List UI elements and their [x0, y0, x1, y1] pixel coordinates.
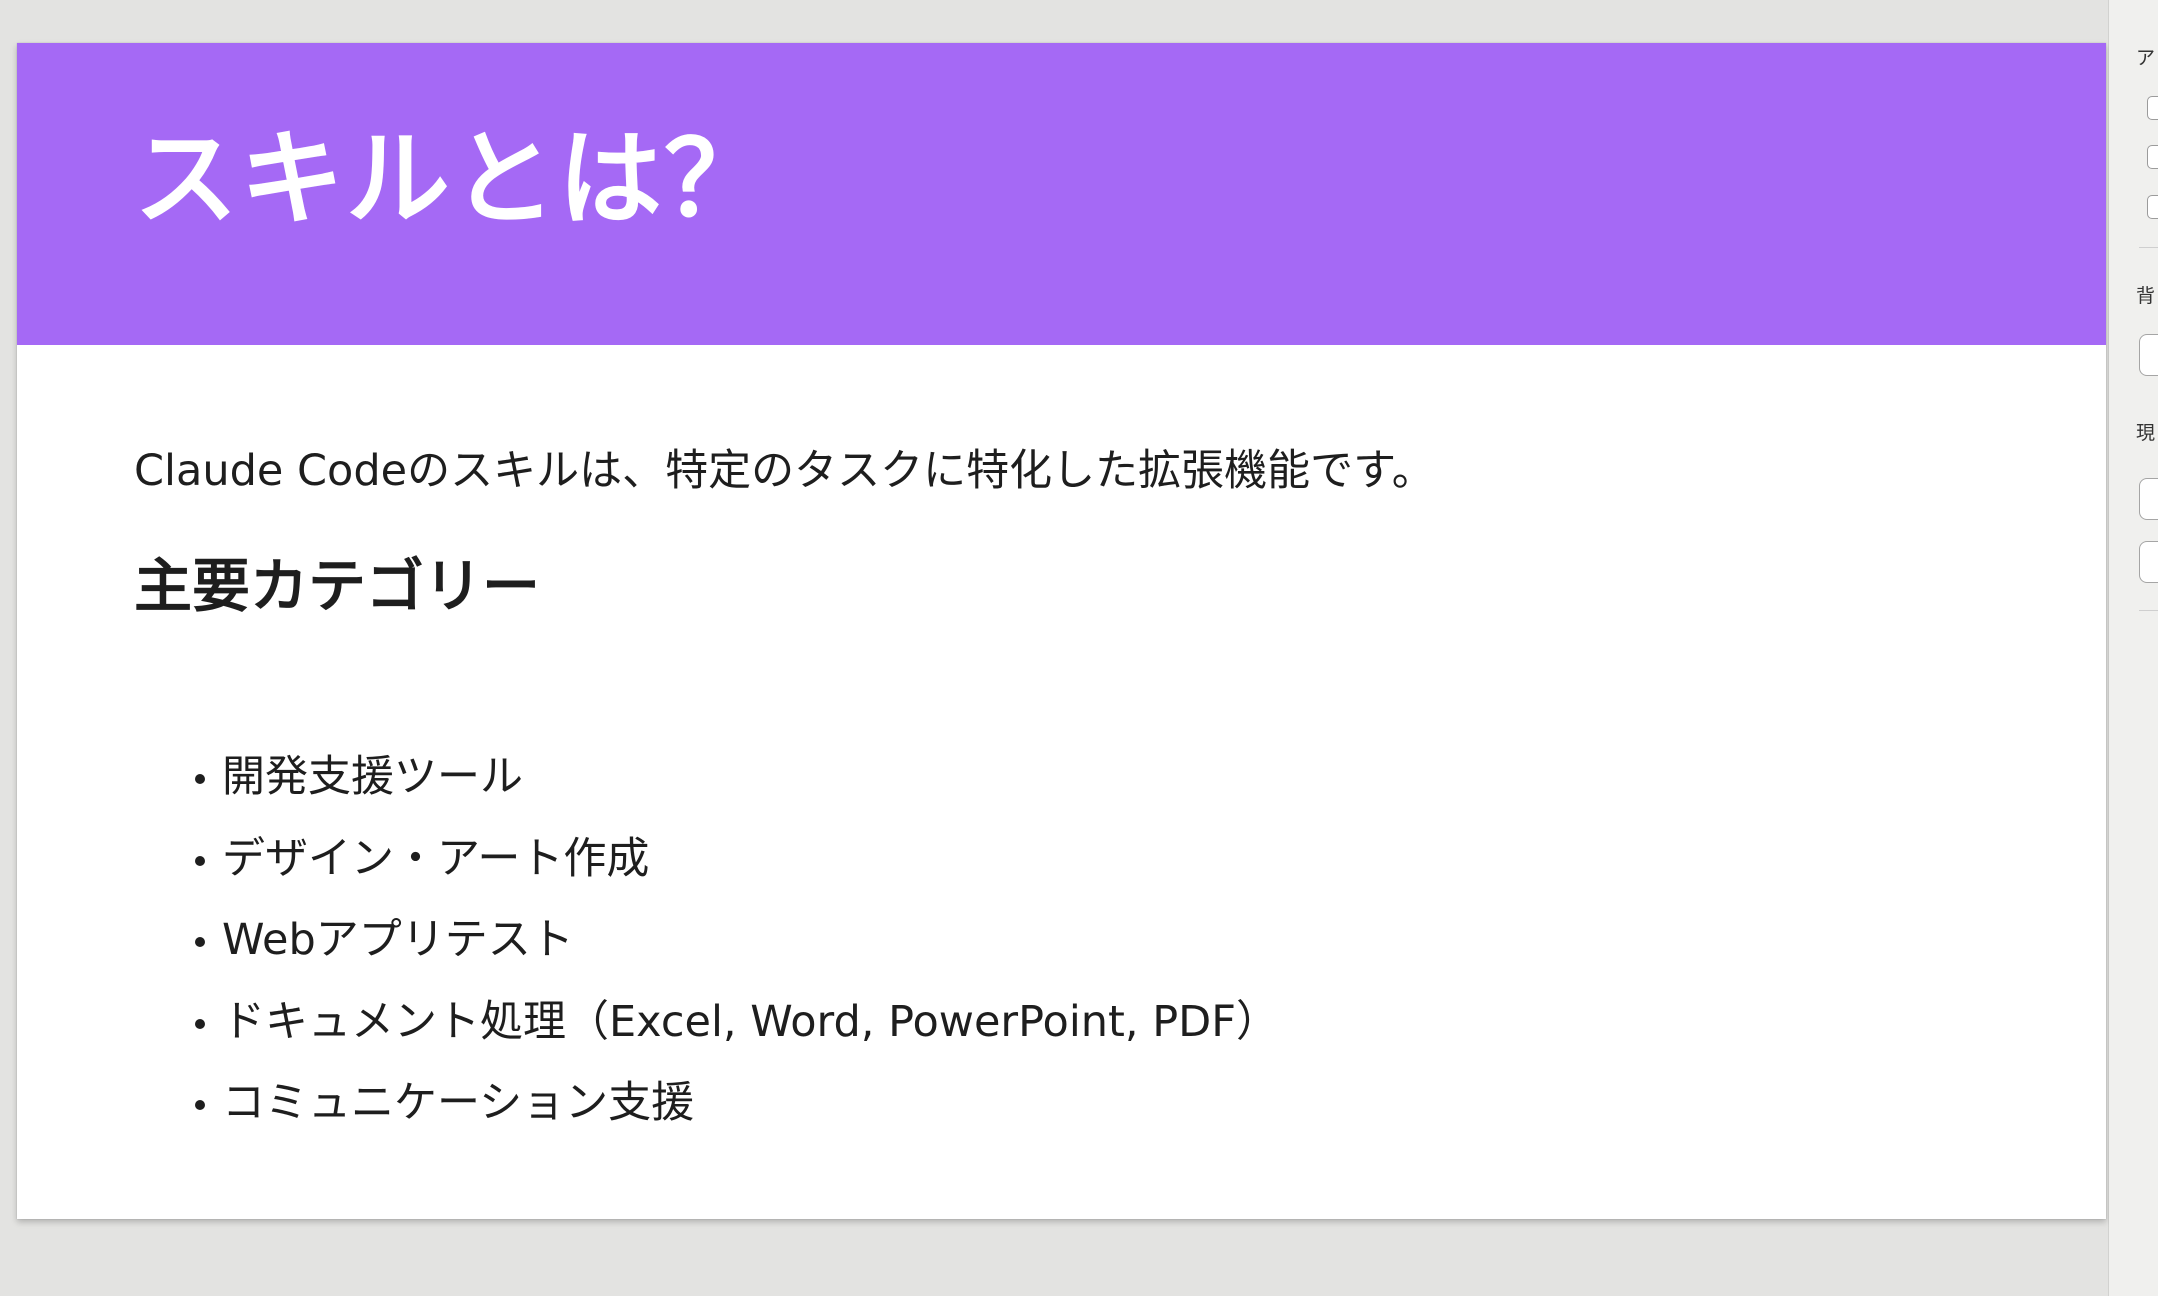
list-item-label: Webアプリテスト	[222, 915, 574, 965]
panel-checkbox[interactable]	[2147, 195, 2158, 219]
list-item[interactable]: Webアプリテスト	[134, 900, 1279, 982]
list-item-label: ドキュメント処理（Excel, Word, PowerPoint, PDF）	[222, 996, 1279, 1047]
slide-canvas[interactable]: スキルとは？ Claude Codeのスキルは、特定のタスクに特化した拡張機能で…	[17, 43, 2106, 1219]
slide-workspace: スキルとは？ Claude Codeのスキルは、特定のタスクに特化した拡張機能で…	[0, 0, 2109, 1296]
panel-label-background: 背	[2136, 285, 2156, 307]
panel-label-current: 現	[2136, 422, 2156, 444]
bullet-dot-icon	[195, 774, 205, 784]
list-item[interactable]: 開発支援ツール	[134, 737, 1279, 819]
list-item-label: コミュニケーション支援	[222, 1078, 695, 1128]
panel-field[interactable]	[2139, 541, 2158, 583]
slide-title[interactable]: スキルとは？	[134, 107, 770, 253]
bullet-dot-icon	[195, 855, 205, 866]
properties-panel: ア 背 現	[2109, 0, 2158, 1296]
bullet-dot-icon	[195, 1100, 205, 1110]
section-heading[interactable]: 主要カテゴリー	[134, 546, 540, 627]
list-item-label: デザイン・アート作成	[222, 833, 650, 884]
panel-background-field[interactable]	[2139, 334, 2158, 376]
panel-divider	[2139, 610, 2158, 611]
list-item[interactable]: デザイン・アート作成	[134, 819, 1279, 901]
panel-checkbox[interactable]	[2147, 145, 2158, 169]
panel-divider	[2139, 247, 2158, 248]
list-item-label: 開発支援ツール	[222, 752, 523, 802]
intro-text[interactable]: Claude Codeのスキルは、特定のタスクに特化した拡張機能です。	[134, 441, 1435, 501]
bullet-dot-icon	[195, 1018, 205, 1029]
slide-header-band: スキルとは？	[17, 43, 2106, 345]
panel-checkbox[interactable]	[2147, 96, 2158, 120]
bullet-dot-icon	[195, 937, 205, 947]
panel-field[interactable]	[2139, 478, 2158, 520]
list-item[interactable]: コミュニケーション支援	[134, 1063, 1279, 1145]
panel-label-animation: ア	[2136, 47, 2156, 69]
category-list: 開発支援ツール デザイン・アート作成 Webアプリテスト ドキュメント処理（Ex…	[134, 737, 1279, 1145]
list-item[interactable]: ドキュメント処理（Excel, Word, PowerPoint, PDF）	[134, 982, 1279, 1064]
